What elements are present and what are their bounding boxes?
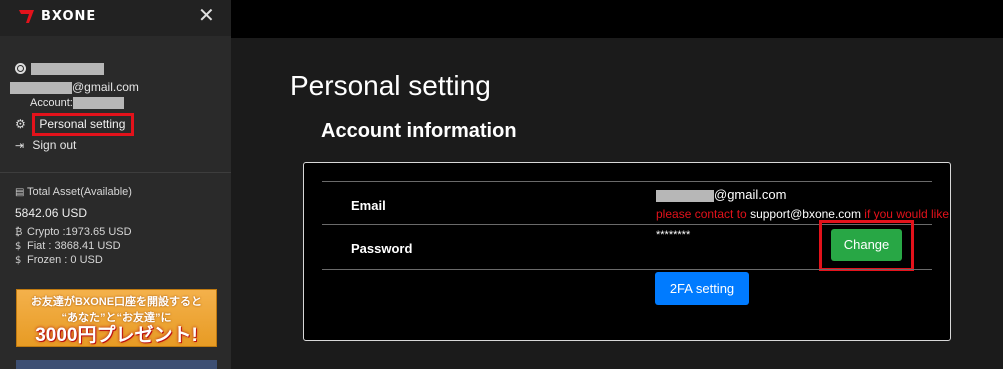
wallet-icon: ▤	[15, 187, 25, 198]
redacted-email	[10, 81, 72, 94]
referral-banner[interactable]: お友達がBXONE口座を開設すると “あなた”と“お友達”に 3000円プレゼン…	[16, 289, 217, 347]
change-button-highlight: Change	[819, 220, 914, 271]
divider	[0, 172, 231, 173]
sidebar: BXONE ✕ @gmail.com Account: ⚙ Personal s…	[0, 0, 231, 369]
redacted-account	[72, 97, 124, 110]
dollar-icon: $	[15, 255, 22, 266]
divider	[322, 181, 932, 182]
email-label: Email	[351, 198, 386, 213]
divider	[322, 269, 932, 270]
banner-line-1: お友達がBXONE口座を開設すると	[30, 296, 203, 308]
main-content: Personal setting Account information Ema…	[231, 38, 1003, 369]
personal-setting-highlight[interactable]: Personal setting	[32, 113, 135, 136]
notice-prefix: please contact to	[656, 207, 751, 221]
crypto-asset: ₿ Crypto :1973.65 USD	[15, 226, 132, 238]
top-bar	[231, 0, 1003, 38]
banner-line-2: “あなた”と“お友達”に	[61, 312, 172, 324]
password-label: Password	[351, 241, 413, 256]
change-password-button[interactable]: Change	[831, 229, 902, 261]
account-row: Account:	[30, 97, 124, 110]
crypto-asset-label: Crypto :1973.65 USD	[27, 226, 132, 238]
secondary-banner[interactable]	[16, 360, 217, 369]
account-label: Account:	[30, 97, 73, 109]
redacted-username	[31, 62, 105, 75]
support-email-link[interactable]: support@bxone.com	[750, 207, 861, 221]
user-email-row: @gmail.com	[10, 80, 139, 94]
bitcoin-icon: ₿	[15, 227, 23, 238]
sign-out-icon: ⇥	[15, 139, 25, 152]
close-icon[interactable]: ✕	[198, 4, 215, 26]
fiat-asset: $ Fiat : 3868.41 USD	[15, 240, 121, 252]
sidebar-item-sign-out[interactable]: ⇥ Sign out	[15, 138, 76, 152]
sidebar-item-personal-setting[interactable]: ⚙ Personal setting	[15, 113, 135, 136]
notice-suffix: if you would like to change	[864, 207, 950, 221]
user-row	[15, 61, 105, 75]
email-value: @gmail.com	[656, 187, 786, 202]
password-value: ********	[656, 229, 691, 241]
frozen-asset-label: Frozen : 0 USD	[27, 254, 103, 266]
fiat-asset-label: Fiat : 3868.41 USD	[27, 240, 121, 252]
sidebar-header: BXONE ✕	[0, 0, 231, 36]
user-icon	[15, 63, 26, 75]
logo[interactable]: BXONE	[17, 7, 96, 25]
total-asset-value: 5842.06 USD	[15, 206, 88, 220]
banner-line-3: 3000円プレゼント!	[35, 325, 198, 346]
dollar-icon: $	[15, 241, 22, 252]
personal-setting-label: Personal setting	[39, 117, 126, 131]
page-title: Personal setting	[290, 70, 491, 101]
total-asset-label: Total Asset(Available)	[27, 186, 132, 198]
email-change-notice: please contact to support@bxone.com if y…	[656, 207, 950, 221]
logo-text: BXONE	[41, 8, 97, 24]
sign-out-label: Sign out	[32, 138, 77, 152]
gear-icon: ⚙	[15, 117, 26, 131]
email-suffix: @gmail.com	[714, 187, 787, 202]
logo-mark-icon	[19, 10, 34, 23]
section-title: Account information	[321, 120, 517, 142]
frozen-asset: $ Frozen : 0 USD	[15, 254, 103, 266]
2fa-setting-button[interactable]: 2FA setting	[655, 272, 749, 305]
total-asset-title: ▤ Total Asset(Available)	[15, 186, 132, 198]
redacted-email	[656, 189, 714, 202]
account-info-card: Email @gmail.com please contact to suppo…	[303, 162, 951, 341]
user-email-suffix: @gmail.com	[72, 80, 139, 94]
